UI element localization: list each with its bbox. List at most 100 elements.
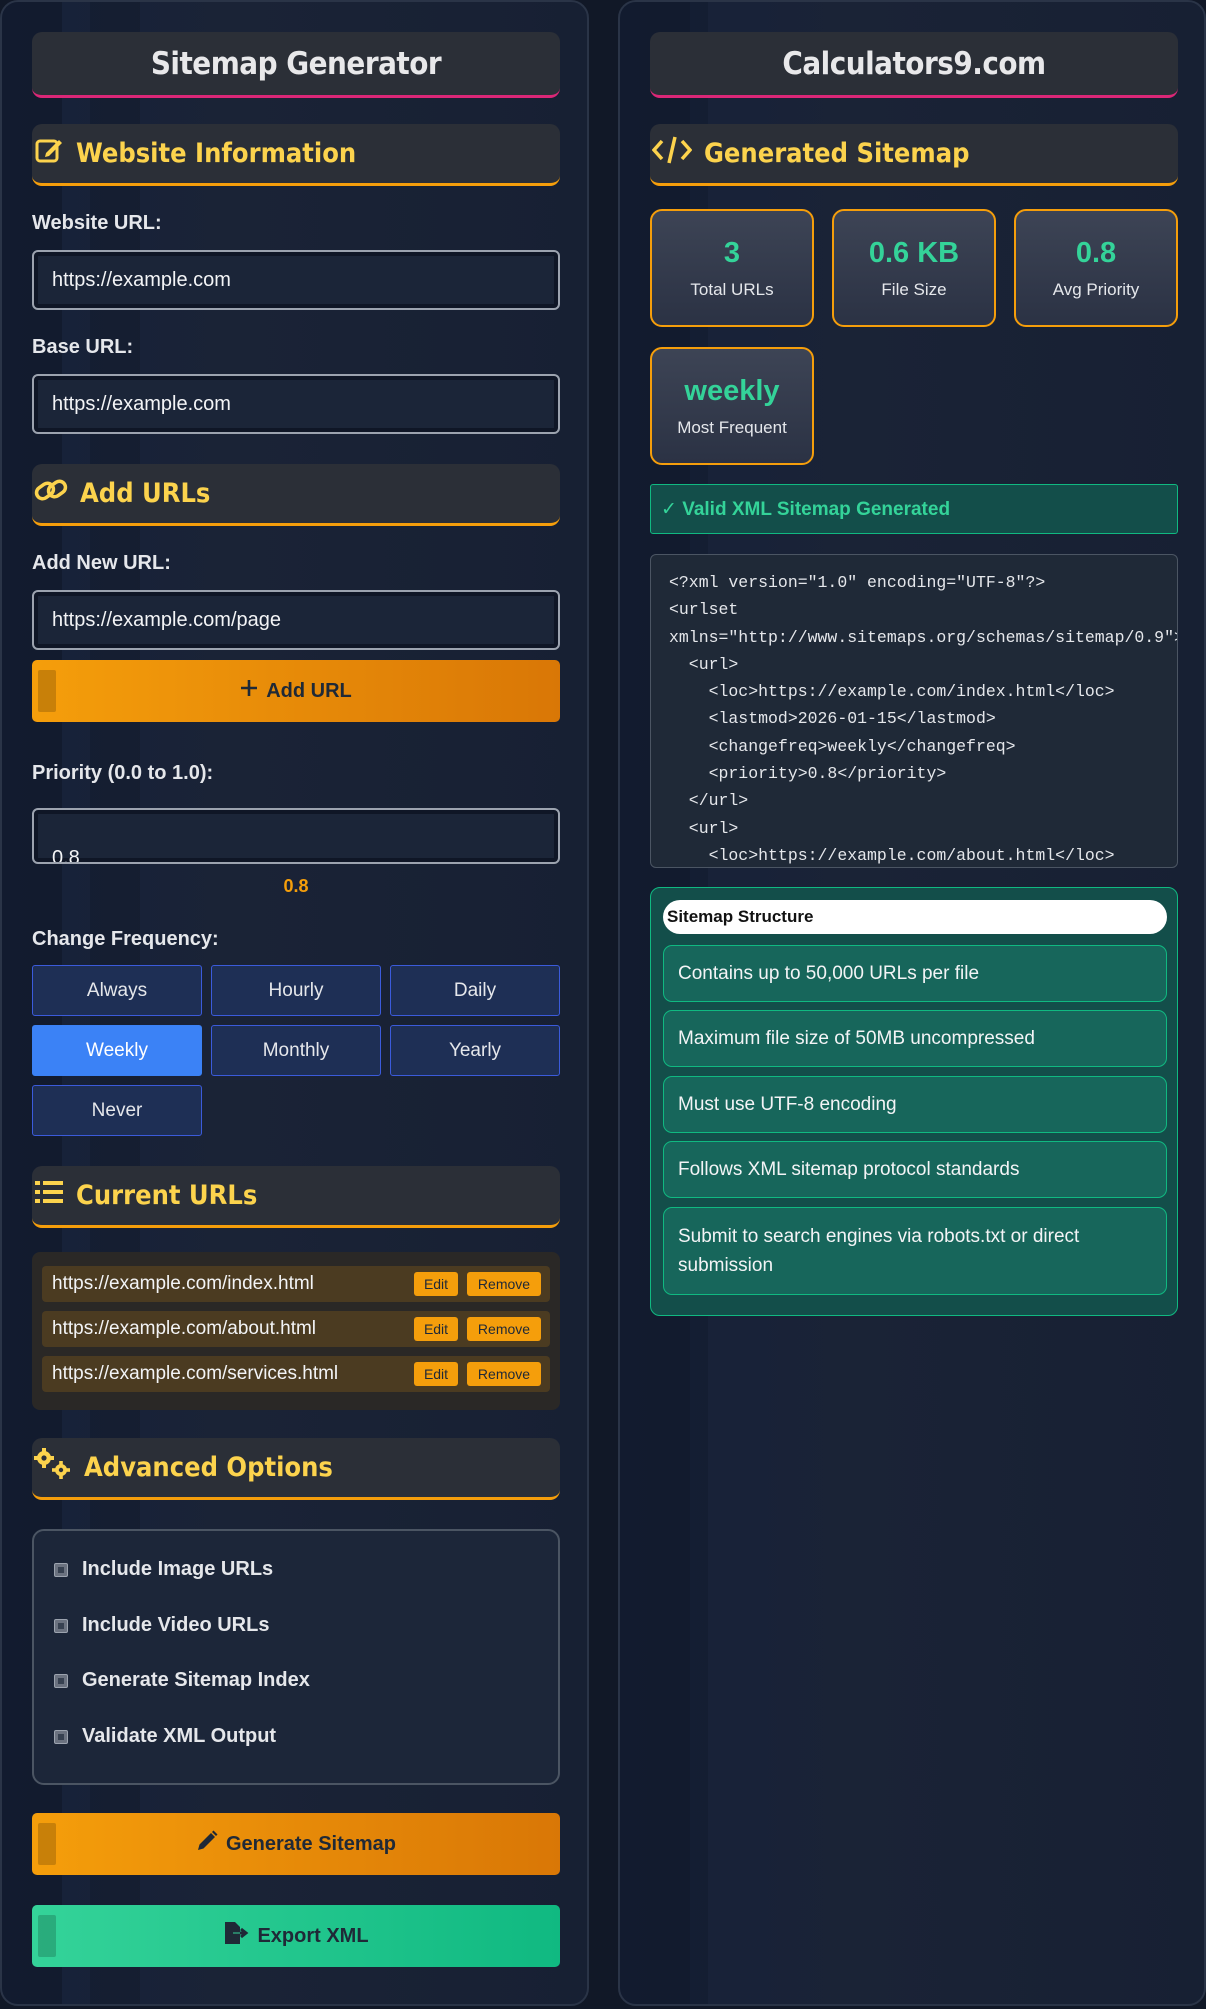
stat-label: Avg Priority xyxy=(1052,279,1140,299)
remove-button[interactable]: Remove xyxy=(467,1317,541,1341)
url-text: https://example.com/index.html xyxy=(52,1273,314,1294)
section-title: Add URLs xyxy=(80,478,211,509)
stat-label: Total URLs xyxy=(690,279,774,299)
option-label: Validate XML Output xyxy=(82,1725,277,1747)
freq-weekly-button[interactable]: Weekly xyxy=(32,1025,202,1076)
stat-value: 3 xyxy=(723,236,741,269)
structure-item: Contains up to 50,000 URLs per file xyxy=(663,945,1167,1002)
site-title: Calculators9.com xyxy=(650,32,1178,98)
xml-line: <loc>https://example.com/about.html</loc… xyxy=(669,845,1115,865)
add-urls-heading: Add URLs xyxy=(32,464,560,526)
xml-line: xmlns="http://www.sitemaps.org/schemas/s… xyxy=(669,627,1178,647)
base-url-input[interactable]: https://example.com xyxy=(32,374,560,434)
url-text: https://example.com/services.html xyxy=(52,1363,339,1384)
list-item: https://example.com/about.html Edit Remo… xyxy=(42,1311,550,1347)
frequency-label: Change Frequency: xyxy=(32,928,219,950)
option-label: Generate Sitemap Index xyxy=(82,1669,310,1691)
section-title: Advanced Options xyxy=(84,1452,333,1483)
website-url-input[interactable]: https://example.com xyxy=(32,250,560,310)
plus-icon xyxy=(240,679,258,703)
checkbox[interactable] xyxy=(54,1618,68,1633)
export-label: Export XML xyxy=(257,1924,369,1947)
edit-icon xyxy=(34,135,64,172)
priority-label: Priority (0.0 to 1.0): xyxy=(32,762,214,784)
xml-line: <loc>https://example.com/index.html</loc… xyxy=(669,682,1115,702)
list-item: https://example.com/index.html Edit Remo… xyxy=(42,1266,550,1302)
add-url-button[interactable]: Add URL xyxy=(32,660,560,722)
checkbox[interactable] xyxy=(54,1562,68,1577)
add-url-label: Add URL xyxy=(266,679,352,702)
xml-line: <url> xyxy=(669,654,739,674)
stat-value: 0.6 KB xyxy=(868,236,960,269)
priority-input[interactable]: 0.8 xyxy=(32,808,560,864)
link-icon xyxy=(34,475,68,512)
stat-value: weekly xyxy=(684,374,780,407)
section-title: Current URLs xyxy=(76,1180,258,1211)
option-sitemap-index[interactable]: Generate Sitemap Index xyxy=(54,1669,310,1692)
structure-item: Submit to search engines via robots.txt … xyxy=(663,1207,1167,1295)
pencil-icon xyxy=(196,1830,218,1858)
xml-line: <priority>0.8</priority> xyxy=(669,764,947,784)
option-label: Include Image URLs xyxy=(82,1558,274,1580)
option-include-images[interactable]: Include Image URLs xyxy=(54,1558,273,1581)
remove-button[interactable]: Remove xyxy=(467,1272,541,1296)
xml-line: <url> xyxy=(669,818,739,838)
generate-sitemap-button[interactable]: Generate Sitemap xyxy=(32,1813,560,1875)
xml-output[interactable]: <?xml version="1.0" encoding="UTF-8"?> <… xyxy=(650,554,1178,868)
structure-title: Sitemap Structure xyxy=(663,900,1167,934)
freq-yearly-button[interactable]: Yearly xyxy=(390,1025,560,1076)
checkbox[interactable] xyxy=(54,1673,68,1688)
edit-button[interactable]: Edit xyxy=(414,1362,458,1386)
freq-hourly-button[interactable]: Hourly xyxy=(211,965,381,1016)
stat-value: 0.8 xyxy=(1075,236,1117,269)
stat-total-urls: 3 Total URLs xyxy=(650,209,814,327)
button-notch xyxy=(38,1915,56,1957)
priority-input-value: 0.8 xyxy=(52,847,80,864)
website-info-heading: Website Information xyxy=(32,124,560,186)
priority-display: 0.8 xyxy=(283,876,309,896)
generated-sitemap-heading: Generated Sitemap xyxy=(650,124,1178,186)
section-title: Website Information xyxy=(76,138,357,169)
advanced-options-box: Include Image URLs Include Video URLs Ge… xyxy=(32,1529,560,1785)
new-url-label: Add New URL: xyxy=(32,552,171,574)
stat-file-size: 0.6 KB File Size xyxy=(832,209,996,327)
code-icon xyxy=(651,135,693,172)
current-urls-heading: Current URLs xyxy=(32,1166,560,1228)
stat-label: File Size xyxy=(881,279,947,299)
stat-most-frequent: weekly Most Frequent xyxy=(650,347,814,465)
sitemap-structure-box: Sitemap Structure Contains up to 50,000 … xyxy=(650,887,1178,1316)
export-xml-button[interactable]: Export XML xyxy=(32,1905,560,1967)
xml-line: <lastmod>2026-01-15</lastmod> xyxy=(669,709,996,729)
freq-always-button[interactable]: Always xyxy=(32,965,202,1016)
base-url-label: Base URL: xyxy=(32,336,134,358)
file-export-icon xyxy=(223,1921,249,1951)
section-title: Generated Sitemap xyxy=(704,138,970,169)
option-include-videos[interactable]: Include Video URLs xyxy=(54,1614,269,1637)
structure-item: Must use UTF-8 encoding xyxy=(663,1076,1167,1133)
generate-label: Generate Sitemap xyxy=(225,1832,397,1855)
option-label: Include Video URLs xyxy=(82,1614,270,1636)
list-item: https://example.com/services.html Edit R… xyxy=(42,1356,550,1392)
new-url-input[interactable]: https://example.com/page xyxy=(32,590,560,650)
button-notch xyxy=(38,670,56,712)
structure-item: Follows XML sitemap protocol standards xyxy=(663,1141,1167,1198)
stat-avg-priority: 0.8 Avg Priority xyxy=(1014,209,1178,327)
advanced-options-heading: Advanced Options xyxy=(32,1438,560,1500)
valid-xml-message: ✓ Valid XML Sitemap Generated xyxy=(650,484,1178,534)
edit-button[interactable]: Edit xyxy=(414,1317,458,1341)
xml-line: <changefreq>weekly</changefreq> xyxy=(669,736,1016,756)
freq-never-button[interactable]: Never xyxy=(32,1085,202,1136)
option-validate-xml[interactable]: Validate XML Output xyxy=(54,1725,276,1748)
gears-icon xyxy=(34,1448,72,1487)
sitemap-generator-panel: Sitemap Generator Website Information We… xyxy=(0,0,589,2006)
freq-daily-button[interactable]: Daily xyxy=(390,965,560,1016)
edit-button[interactable]: Edit xyxy=(414,1272,458,1296)
stat-label: Most Frequent xyxy=(677,417,787,437)
xml-line: </url> xyxy=(669,791,749,811)
button-notch xyxy=(38,1823,56,1865)
xml-line: <?xml version="1.0" encoding="UTF-8"?> xyxy=(669,573,1046,592)
remove-button[interactable]: Remove xyxy=(467,1362,541,1386)
freq-monthly-button[interactable]: Monthly xyxy=(211,1025,381,1076)
xml-line: <urlset xyxy=(669,600,739,620)
checkbox[interactable] xyxy=(54,1729,68,1744)
